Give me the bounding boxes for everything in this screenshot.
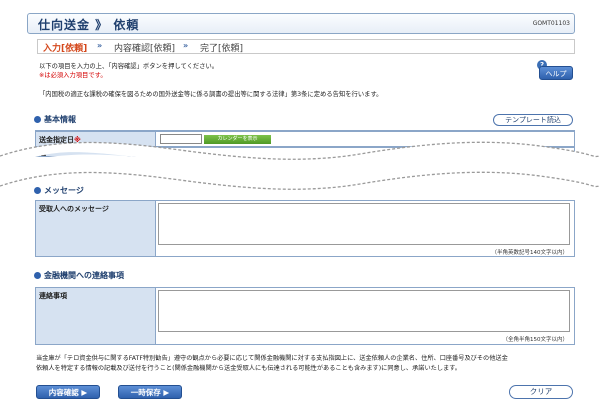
bullet-icon <box>34 272 41 279</box>
message-label-cell: 受取人へのメッセージ <box>35 200 156 257</box>
message-limit: （半角英数記号140文字以内） <box>491 250 569 256</box>
contact-label-cell: 連絡事項 <box>35 287 156 345</box>
contact-textarea[interactable] <box>158 290 570 332</box>
section-basic-heading: 基本情報 <box>34 114 76 125</box>
step-arrow-icon: » <box>183 41 189 50</box>
consent-text-line1: 当金庫が「テロ資金供与に関するFATF特別勧告」遵守の観点から必要に応じて関係金… <box>36 355 508 362</box>
instruction-text: 以下の項目を入力の上、「内容確認」ボタンを押してください。 <box>39 63 219 70</box>
step-complete: 完了[依頼] <box>200 44 244 54</box>
template-load-button[interactable]: テンプレート読込 <box>493 114 573 126</box>
temporary-save-button[interactable]: 一時保存 ▶ <box>118 385 182 399</box>
arrow-right-icon: ▶ <box>81 388 88 397</box>
confirm-button[interactable]: 内容確認 ▶ <box>36 385 100 399</box>
clear-button[interactable]: クリア <box>509 385 573 399</box>
message-textarea[interactable] <box>158 203 570 245</box>
contact-limit: （全角半角150文字以内） <box>502 337 569 343</box>
legal-notice: 「内国税の適正な課税の確保を図るための国外送金等に係る調書の提出等に関する法律」… <box>39 91 383 98</box>
step-arrow-icon: » <box>97 41 103 50</box>
bullet-icon <box>34 187 41 194</box>
content-break <box>0 141 600 196</box>
page-title: 仕向送金 》 依頼 <box>38 18 140 32</box>
step-input: 入力[依頼] <box>43 44 88 54</box>
screen-id: GOMT01103 <box>532 20 570 27</box>
section-contact-heading: 金融機関への連絡事項 <box>34 270 124 281</box>
help-button[interactable]: ヘルプ <box>539 66 573 80</box>
bullet-icon <box>34 116 41 123</box>
arrow-right-icon: ▶ <box>163 388 170 397</box>
consent-text-line2: 依頼人を特定する情報の記載及び送付を行うこと(関係金融機関から送金受取人にも伝達… <box>36 365 461 372</box>
section-message-heading: メッセージ <box>34 185 84 196</box>
step-confirm: 内容確認[依頼] <box>114 44 176 54</box>
required-note: ※は必須入力項目です。 <box>39 72 107 79</box>
